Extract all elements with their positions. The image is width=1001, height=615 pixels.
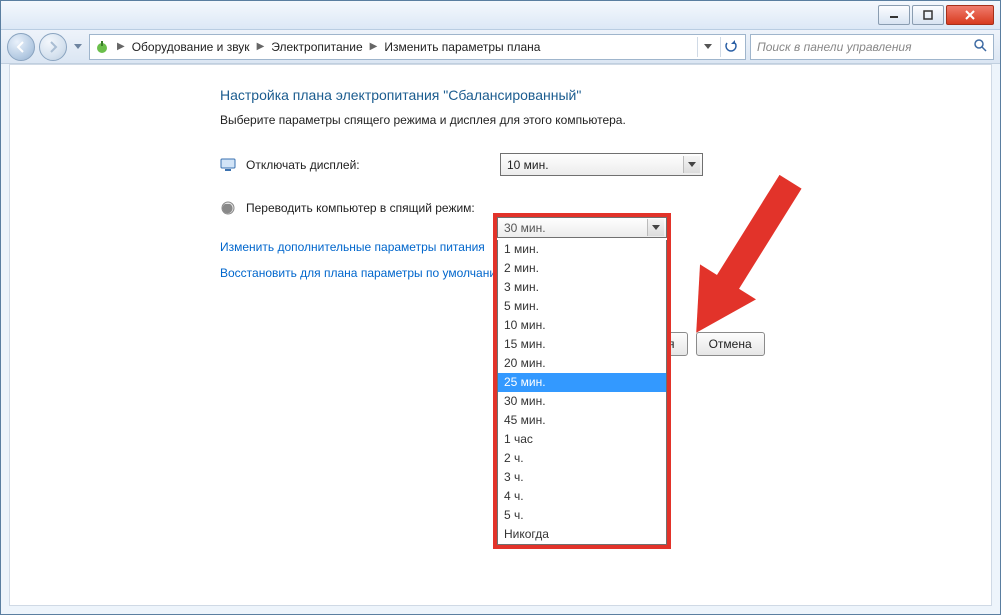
sleep-duration-dropdown-open: 30 мин. 1 мин.2 мин.3 мин.5 мин.10 мин.1… bbox=[493, 213, 671, 549]
dropdown-option[interactable]: 4 ч. bbox=[498, 487, 666, 506]
monitor-icon bbox=[220, 157, 236, 173]
dropdown-option[interactable]: 3 ч. bbox=[498, 468, 666, 487]
combobox-value: 10 мин. bbox=[507, 158, 549, 172]
minimize-button[interactable] bbox=[878, 5, 910, 25]
close-button[interactable] bbox=[946, 5, 994, 25]
chevron-down-icon bbox=[647, 219, 664, 236]
address-bar[interactable]: ▶ Оборудование и звук ▶ Электропитание ▶… bbox=[89, 34, 746, 60]
dropdown-option[interactable]: 2 мин. bbox=[498, 259, 666, 278]
combobox-value: 30 мин. bbox=[504, 221, 546, 235]
setting-row-display-off: Отключать дисплей: 10 мин. bbox=[220, 153, 991, 176]
breadcrumb-item[interactable]: Электропитание bbox=[271, 40, 362, 54]
breadcrumb-item[interactable]: Изменить параметры плана bbox=[384, 40, 540, 54]
content-panel: Настройка плана электропитания "Сбаланси… bbox=[9, 64, 992, 606]
chevron-right-icon: ▶ bbox=[114, 41, 128, 52]
page-subtitle: Выберите параметры спящего режима и дисп… bbox=[220, 113, 991, 127]
power-options-icon bbox=[94, 39, 110, 55]
dropdown-option[interactable]: 5 ч. bbox=[498, 506, 666, 525]
setting-label: Переводить компьютер в спящий режим: bbox=[246, 201, 490, 215]
chevron-right-icon: ▶ bbox=[254, 41, 268, 52]
navigation-bar: ▶ Оборудование и звук ▶ Электропитание ▶… bbox=[1, 30, 1000, 64]
page-title: Настройка плана электропитания "Сбаланси… bbox=[220, 87, 991, 103]
dropdown-option[interactable]: 15 мин. bbox=[498, 335, 666, 354]
dropdown-option[interactable]: 30 мин. bbox=[498, 392, 666, 411]
dropdown-option[interactable]: 25 мин. bbox=[498, 373, 666, 392]
forward-button[interactable] bbox=[39, 33, 67, 61]
breadcrumb-item[interactable]: Оборудование и звук bbox=[132, 40, 250, 54]
dropdown-option[interactable]: 10 мин. bbox=[498, 316, 666, 335]
dropdown-option[interactable]: 1 мин. bbox=[498, 240, 666, 259]
control-panel-window: ▶ Оборудование и звук ▶ Электропитание ▶… bbox=[0, 0, 1001, 615]
history-dropdown[interactable] bbox=[71, 37, 85, 57]
display-off-combobox[interactable]: 10 мин. bbox=[500, 153, 703, 176]
window-titlebar bbox=[1, 1, 1000, 30]
search-input[interactable]: Поиск в панели управления bbox=[750, 34, 994, 60]
refresh-button[interactable] bbox=[720, 37, 741, 57]
dropdown-option[interactable]: 45 мин. bbox=[498, 411, 666, 430]
setting-label: Отключать дисплей: bbox=[246, 158, 490, 172]
dropdown-option[interactable]: 3 мин. bbox=[498, 278, 666, 297]
back-button[interactable] bbox=[7, 33, 35, 61]
dropdown-listbox[interactable]: 1 мин.2 мин.3 мин.5 мин.10 мин.15 мин.20… bbox=[497, 240, 667, 545]
cancel-button[interactable]: Отмена bbox=[696, 332, 765, 356]
dropdown-option[interactable]: 20 мин. bbox=[498, 354, 666, 373]
dropdown-option[interactable]: 2 ч. bbox=[498, 449, 666, 468]
dropdown-option[interactable]: 1 час bbox=[498, 430, 666, 449]
search-icon[interactable] bbox=[973, 38, 987, 55]
chevron-down-icon bbox=[683, 156, 700, 173]
dropdown-option[interactable]: 5 мин. bbox=[498, 297, 666, 316]
search-placeholder: Поиск в панели управления bbox=[757, 40, 912, 54]
address-dropdown-button[interactable] bbox=[697, 37, 718, 57]
maximize-button[interactable] bbox=[912, 5, 944, 25]
sleep-icon bbox=[220, 200, 236, 216]
chevron-right-icon: ▶ bbox=[367, 41, 381, 52]
dropdown-option[interactable]: Никогда bbox=[498, 525, 666, 544]
sleep-combobox[interactable]: 30 мин. bbox=[497, 217, 667, 238]
